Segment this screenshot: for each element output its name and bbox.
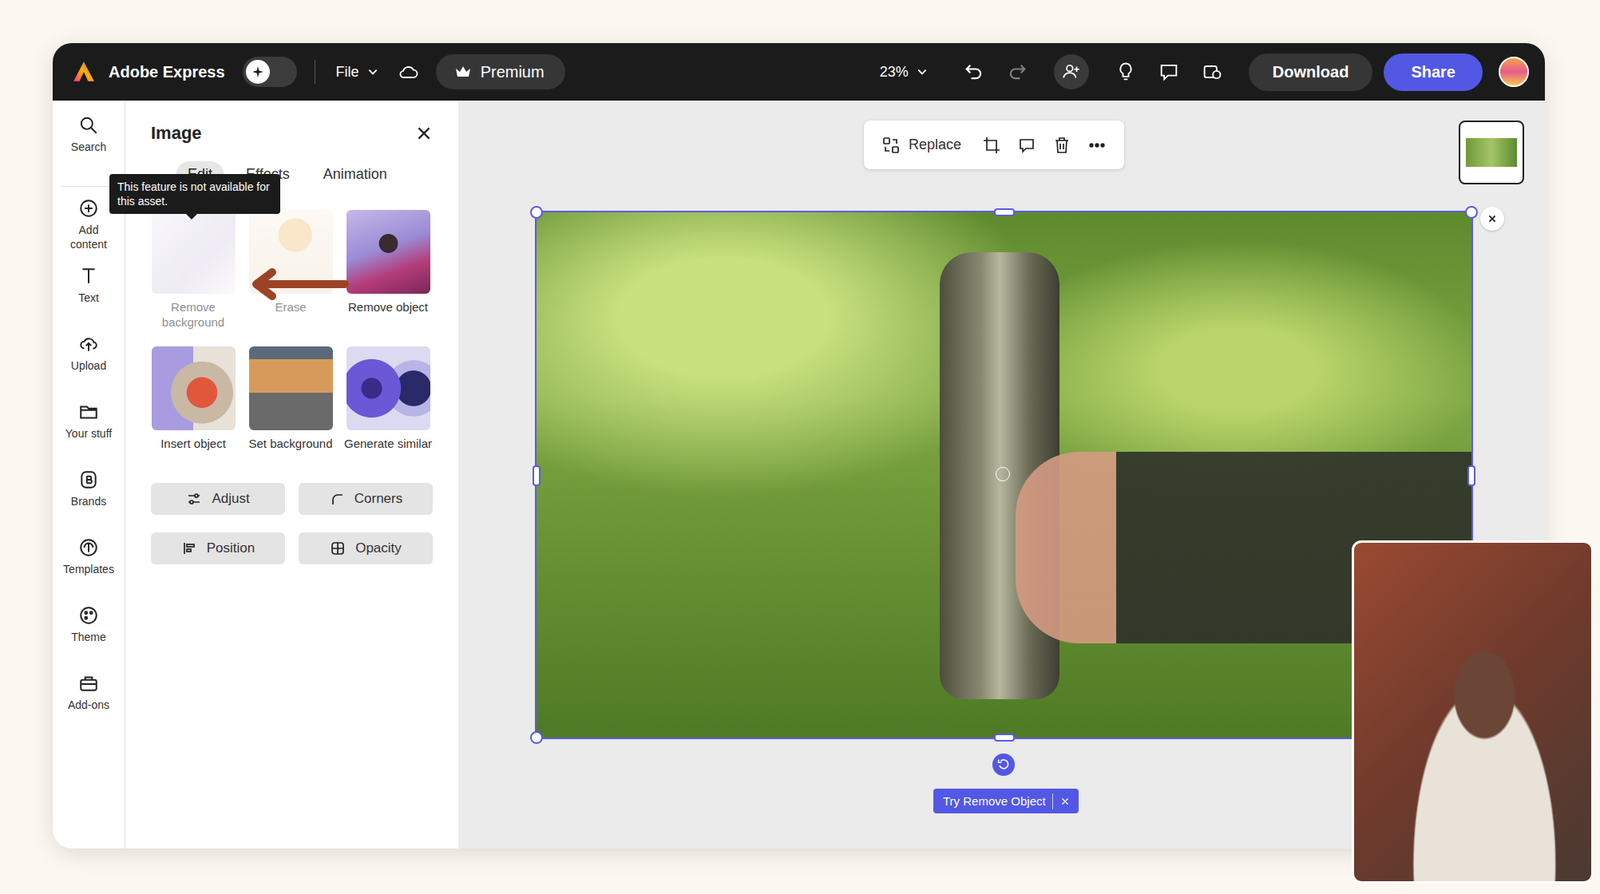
share-button[interactable]: Share <box>1383 53 1483 92</box>
tool-tile[interactable]: Set background <box>243 346 338 452</box>
opacity-icon <box>329 540 346 557</box>
tool-thumbnail <box>151 209 236 294</box>
tooltip: This feature is not available for this a… <box>109 174 281 214</box>
templates-icon <box>78 537 100 559</box>
add-user-icon <box>1061 61 1082 83</box>
chevron-down-icon <box>367 66 379 78</box>
tool-tile[interactable]: Erase <box>243 209 338 331</box>
option-button[interactable]: Position <box>150 532 286 565</box>
text-icon <box>78 265 100 287</box>
cloud-icon[interactable] <box>397 60 420 84</box>
tool-tile[interactable]: Remove object <box>340 209 436 331</box>
zoom-select[interactable]: 23% <box>876 60 931 84</box>
position-icon <box>181 540 198 557</box>
redo-icon[interactable] <box>1005 60 1029 84</box>
tool-grid: Remove background Erase Remove object In… <box>146 209 433 452</box>
rail-item[interactable]: Your stuff <box>52 401 125 470</box>
close-icon <box>1485 211 1500 226</box>
panel-title: Image <box>150 122 202 144</box>
folder-icon <box>78 401 100 423</box>
tool-thumbnail <box>249 346 333 431</box>
option-button[interactable]: Adjust <box>150 483 286 515</box>
option-button[interactable]: Corners <box>298 483 433 515</box>
lightbulb-icon[interactable] <box>1114 60 1137 84</box>
rail-item[interactable]: Text <box>52 265 125 334</box>
tab[interactable]: Animation <box>312 161 399 188</box>
download-button[interactable]: Download <box>1248 53 1374 92</box>
rotate-icon <box>996 757 1011 773</box>
close-icon[interactable] <box>1059 796 1071 808</box>
replace-button[interactable]: Replace <box>881 135 967 155</box>
trash-icon[interactable] <box>1052 135 1072 155</box>
corners-icon <box>328 491 345 507</box>
tool-thumbnail <box>151 346 236 431</box>
context-toolbar: Replace <box>863 120 1125 170</box>
add-icon <box>78 198 100 219</box>
app-name: Adobe Express <box>108 63 226 82</box>
chevron-down-icon <box>916 66 928 78</box>
try-remove-object[interactable]: Try Remove Object <box>933 788 1079 814</box>
ai-toggle[interactable] <box>242 56 298 88</box>
brands-icon <box>78 469 100 491</box>
crop-icon[interactable] <box>982 135 1002 155</box>
sparkle-icon <box>251 65 265 79</box>
top-bar: Adobe Express File Premium 23% Download … <box>52 43 1545 101</box>
tool-tile[interactable]: Remove background <box>146 209 241 331</box>
replace-icon <box>881 135 901 155</box>
tool-thumbnail <box>346 209 431 294</box>
tool-thumbnail <box>346 346 431 431</box>
addons-icon <box>78 673 100 694</box>
close-icon[interactable] <box>415 124 433 143</box>
rail-item[interactable]: Templates <box>52 537 125 606</box>
rotate-button[interactable] <box>992 753 1015 777</box>
selected-photo[interactable] <box>536 212 1472 738</box>
crown-icon <box>453 62 473 82</box>
page: Adobe Express File Premium 23% Download … <box>0 0 1600 894</box>
option-buttons: Adjust Corners Position Opacity <box>150 483 433 565</box>
file-menu[interactable]: File <box>332 60 382 84</box>
comment-icon[interactable] <box>1017 135 1037 155</box>
user-avatar[interactable] <box>1498 56 1529 88</box>
undo-icon[interactable] <box>962 60 986 84</box>
tool-tile[interactable]: Generate similar <box>340 346 436 452</box>
deselect-button[interactable] <box>1480 206 1505 231</box>
rail-item[interactable]: Upload <box>52 333 125 402</box>
rail-item[interactable]: Add-ons <box>52 673 125 741</box>
option-button[interactable]: Opacity <box>298 532 433 565</box>
comment-icon[interactable] <box>1157 60 1181 84</box>
app-window: Adobe Express File Premium 23% Download … <box>52 43 1545 849</box>
annotation-arrow-icon <box>245 268 349 301</box>
more-icon[interactable] <box>1087 135 1107 155</box>
invite-button[interactable] <box>1053 54 1090 90</box>
theme-icon <box>78 605 100 626</box>
adobe-express-logo-icon[interactable] <box>71 59 96 84</box>
search-icon <box>78 114 100 136</box>
premium-button[interactable]: Premium <box>435 54 566 90</box>
schedule-icon[interactable] <box>1200 60 1224 84</box>
presenter-video <box>1351 540 1594 884</box>
upload-icon <box>78 333 100 355</box>
rail-item[interactable]: Search <box>60 114 117 187</box>
rail-item[interactable]: Brands <box>52 469 125 538</box>
adjust-icon <box>186 491 202 507</box>
page-thumbnail[interactable] <box>1458 120 1525 185</box>
divider <box>314 59 316 84</box>
tool-tile[interactable]: Insert object <box>146 346 241 452</box>
rail-item[interactable]: Theme <box>52 605 125 674</box>
